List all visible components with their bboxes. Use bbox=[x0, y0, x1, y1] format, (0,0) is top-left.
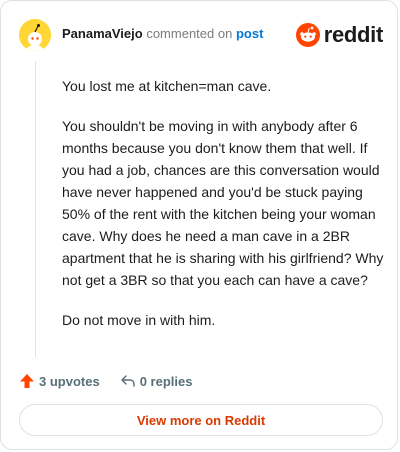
comment-header: PanamaViejo commented on post reddit bbox=[19, 19, 383, 51]
upvotes-count: 3 upvotes bbox=[39, 373, 100, 389]
comment-paragraph: You lost me at kitchen=man cave. bbox=[62, 78, 272, 94]
snoo-avatar-icon bbox=[19, 19, 51, 51]
comment-meta: PanamaViejo commented on post bbox=[62, 26, 263, 42]
username-link[interactable]: PanamaViejo bbox=[62, 26, 143, 41]
comment-paragraph: You shouldn't be moving in with anybody … bbox=[62, 118, 384, 288]
thread-line[interactable] bbox=[35, 61, 36, 357]
post-link[interactable]: post bbox=[236, 26, 263, 41]
reply-arrow-icon bbox=[120, 375, 135, 387]
replies-count: 0 replies bbox=[139, 373, 193, 389]
reddit-logo-icon bbox=[295, 23, 320, 47]
comment-embed-card: PanamaViejo commented on post reddit You… bbox=[0, 0, 398, 450]
comment-footer: 3 upvotes 0 replies bbox=[19, 369, 192, 393]
view-more-button[interactable]: View more on Reddit bbox=[19, 404, 383, 436]
reddit-logo[interactable]: reddit bbox=[295, 22, 384, 48]
action-text: commented on bbox=[146, 26, 233, 41]
user-avatar[interactable] bbox=[19, 19, 51, 51]
comment-paragraph: Do not move in with him. bbox=[62, 312, 216, 328]
reddit-wordmark: reddit bbox=[323, 22, 384, 47]
upvotes-button[interactable]: 3 upvotes bbox=[19, 373, 100, 389]
comment-body: You lost me at kitchen=man cave. You sho… bbox=[62, 75, 384, 349]
replies-button[interactable]: 0 replies bbox=[120, 373, 193, 389]
upvote-arrow-icon bbox=[20, 374, 34, 388]
